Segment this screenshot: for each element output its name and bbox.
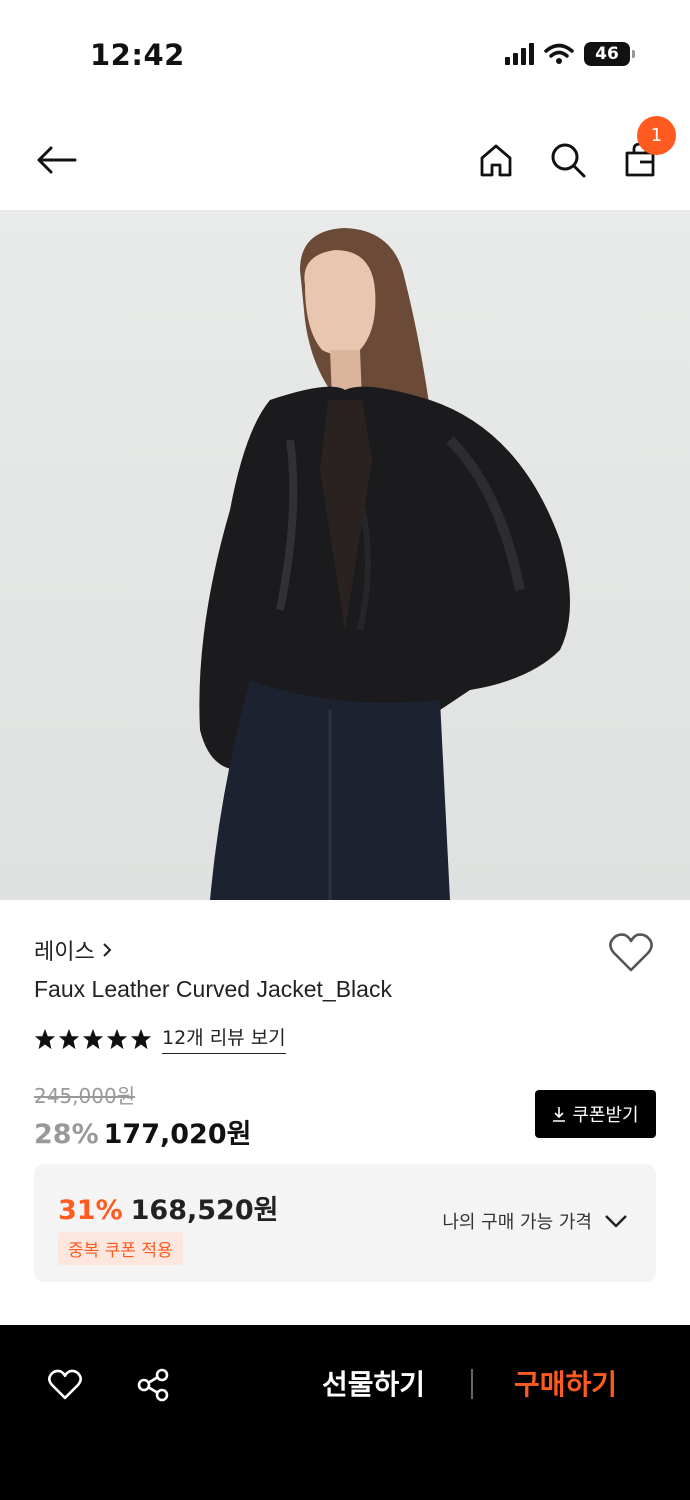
bottom-action-bar: 선물하기 구매하기 xyxy=(0,1325,690,1500)
search-icon xyxy=(551,143,586,178)
status-bar: 12:42 46 xyxy=(0,0,690,110)
download-icon xyxy=(553,1107,566,1122)
chevron-down-icon xyxy=(605,1215,627,1228)
my-price-toggle[interactable]: 나의 구매 가능 가격 xyxy=(442,1208,628,1234)
signal-icon xyxy=(505,43,534,65)
back-button[interactable] xyxy=(32,136,80,184)
sale-price: 177,020원 xyxy=(103,1119,252,1150)
cart-count-badge: 1 xyxy=(637,116,676,155)
bottom-divider xyxy=(471,1369,473,1399)
coupon-button-label: 쿠폰받기 xyxy=(572,1105,639,1126)
home-button[interactable] xyxy=(472,136,520,184)
star-icon xyxy=(106,1028,128,1049)
review-link[interactable]: 12개 리뷰 보기 xyxy=(162,1023,286,1054)
brand-name: 레이스 xyxy=(34,940,95,965)
star-icon xyxy=(82,1028,104,1049)
brand-link[interactable]: 레이스 xyxy=(34,934,113,966)
price-row: 28% 177,020원 xyxy=(34,1112,251,1151)
my-price-box[interactable]: 31% 168,520원 중복 쿠폰 적용 나의 구매 가능 가격 xyxy=(34,1164,656,1282)
my-discount-rate: 31% xyxy=(58,1195,123,1226)
discount-rate: 28% xyxy=(34,1119,99,1150)
back-arrow-icon xyxy=(37,146,77,174)
product-name: Faux Leather Curved Jacket_Black xyxy=(34,976,392,1002)
buy-button[interactable]: 구매하기 xyxy=(514,1363,617,1403)
product-photo xyxy=(199,228,570,900)
top-nav xyxy=(0,110,690,210)
status-icons: 46 xyxy=(505,42,635,66)
star-icon xyxy=(130,1028,152,1049)
duplicate-coupon-badge: 중복 쿠폰 적용 xyxy=(58,1232,183,1265)
star-icon xyxy=(58,1028,80,1049)
share-button[interactable] xyxy=(131,1363,175,1407)
star-icon xyxy=(34,1028,56,1049)
status-time: 12:42 xyxy=(90,38,185,72)
home-icon xyxy=(480,144,512,177)
heart-icon xyxy=(609,933,653,972)
chevron-right-icon xyxy=(103,943,112,957)
wishlist-button[interactable] xyxy=(608,932,656,976)
rating-row: 12개 리뷰 보기 xyxy=(34,1023,286,1054)
coupon-download-button[interactable]: 쿠폰받기 xyxy=(535,1090,656,1138)
rating-stars xyxy=(34,1028,152,1050)
battery-icon: 46 xyxy=(584,42,635,66)
share-icon xyxy=(137,1368,169,1402)
my-price-label: 나의 구매 가능 가격 xyxy=(442,1212,592,1233)
search-button[interactable] xyxy=(544,136,592,184)
product-image[interactable] xyxy=(0,210,690,900)
original-price: 245,000원 xyxy=(34,1084,136,1108)
my-price-row: 31% 168,520원 xyxy=(58,1188,278,1227)
my-price: 168,520원 xyxy=(130,1195,279,1226)
heart-icon xyxy=(48,1369,82,1400)
wifi-icon xyxy=(544,43,574,64)
gift-button[interactable]: 선물하기 xyxy=(322,1363,425,1403)
bottom-wishlist-button[interactable] xyxy=(43,1363,87,1407)
